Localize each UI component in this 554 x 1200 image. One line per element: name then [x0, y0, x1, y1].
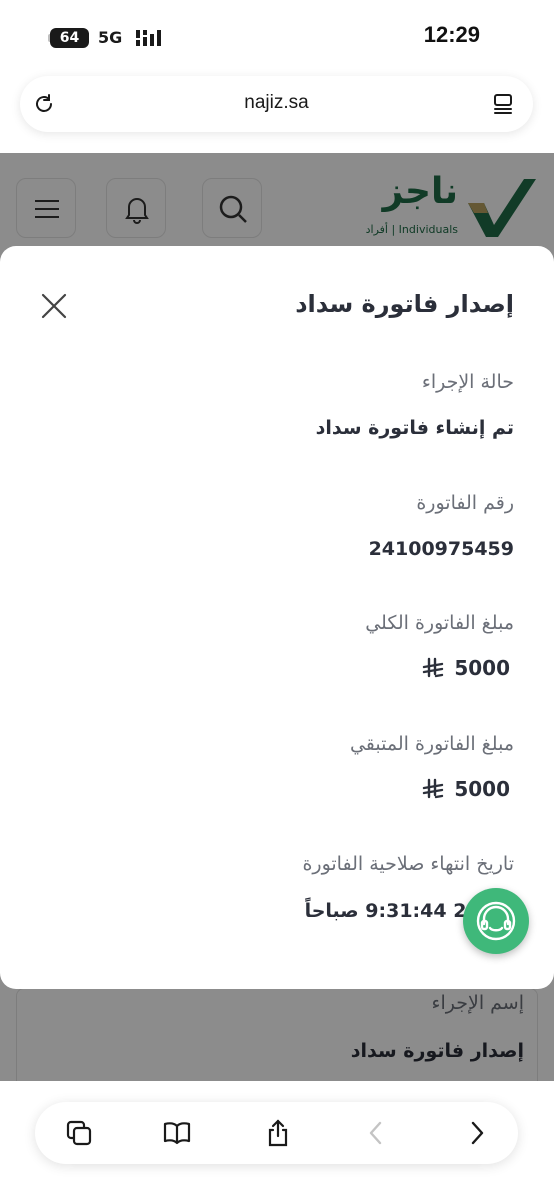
- back-icon[interactable]: [362, 1119, 390, 1147]
- close-icon[interactable]: [40, 292, 68, 320]
- invoice-number-value: 24100975459: [368, 538, 514, 560]
- share-icon[interactable]: [264, 1119, 292, 1147]
- book-icon[interactable]: [163, 1119, 191, 1147]
- signal-icon: [136, 30, 161, 46]
- support-button[interactable]: [463, 888, 529, 954]
- battery-indicator: 64: [50, 28, 89, 48]
- modal-title: إصدار فاتورة سداد: [295, 290, 514, 318]
- tabs-icon[interactable]: [491, 92, 515, 116]
- forward-icon[interactable]: [463, 1119, 491, 1147]
- network-type: 5G: [98, 28, 123, 47]
- remaining-amount: 5000: [422, 777, 510, 801]
- total-amount-label: مبلغ الفاتورة الكلي: [365, 612, 514, 634]
- browser-bottom-area: [0, 1081, 554, 1200]
- total-amount-value: 5000: [454, 656, 510, 680]
- copy-icon[interactable]: [65, 1119, 93, 1147]
- status-time: 12:29: [423, 22, 480, 47]
- riyal-icon: [423, 778, 444, 799]
- url-text[interactable]: najiz.sa: [20, 92, 533, 114]
- browser-toolbar: [35, 1102, 518, 1164]
- status-label: حالة الإجراء: [421, 371, 514, 393]
- expiry-date-label: تاريخ انتهاء صلاحية الفاتورة: [302, 853, 514, 875]
- invoice-number-label: رقم الفاتورة: [416, 492, 514, 514]
- support-agent-icon: [476, 901, 516, 941]
- status-value: تم إنشاء فاتورة سداد: [315, 417, 514, 439]
- status-bar: 64 5G 12:29: [0, 0, 554, 75]
- riyal-icon: [423, 657, 444, 678]
- remaining-amount-value: 5000: [454, 777, 510, 801]
- invoice-modal: إصدار فاتورة سداد حالة الإجراء تم إنشاء …: [0, 246, 554, 989]
- address-bar[interactable]: najiz.sa: [20, 76, 533, 132]
- remaining-amount-label: مبلغ الفاتورة المتبقي: [349, 733, 514, 755]
- total-amount: 5000: [422, 656, 510, 680]
